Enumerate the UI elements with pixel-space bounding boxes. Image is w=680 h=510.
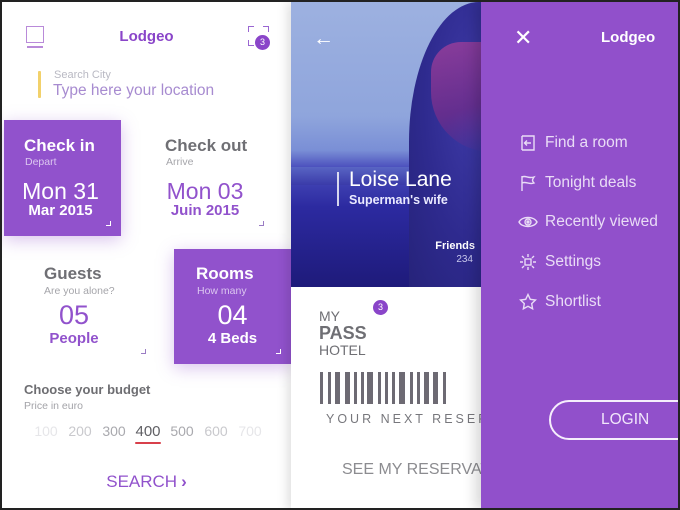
budget-selected-indicator	[135, 442, 161, 444]
eye-icon	[517, 213, 539, 231]
barcode-bar	[443, 372, 446, 404]
search-marker	[38, 71, 41, 98]
guests-title: Guests	[44, 264, 102, 283]
menu-item-label: Find a room	[545, 134, 628, 151]
barcode-bar	[361, 372, 364, 404]
search-button[interactable]: SEARCH ›	[2, 472, 291, 492]
profile-screen: ← Loise Lane Superman's wife Friends 234…	[291, 2, 550, 508]
barcode-bar	[410, 372, 413, 404]
barcode-bar	[320, 372, 323, 404]
profile-name: Loise Lane	[349, 168, 452, 191]
profile-tagline: Superman's wife	[349, 193, 448, 207]
search-button-label: SEARCH	[106, 472, 178, 491]
rooms-subtitle: How many	[197, 285, 247, 297]
budget-subtitle: Price in euro	[24, 400, 83, 412]
budget-option[interactable]: 100	[34, 423, 57, 439]
friends-label: Friends	[435, 240, 475, 252]
friends-count: 234	[456, 254, 473, 265]
chevron-right-icon: ›	[181, 472, 187, 491]
notification-badge: 3	[255, 35, 270, 50]
search-city-input[interactable]	[53, 82, 273, 100]
login-button[interactable]: LOGIN	[549, 400, 678, 440]
arrow-left-icon[interactable]: ←	[313, 27, 334, 51]
pass-title-line2: PASS	[319, 323, 367, 343]
barcode-bar	[417, 372, 420, 404]
pass-title-line1: MY	[319, 308, 340, 324]
guests-tile[interactable]: Guests Are you alone? 05 People	[22, 248, 152, 364]
check-out-month: Juin 2015	[170, 202, 240, 219]
expand-corner-icon	[106, 221, 111, 226]
menu-item-settings[interactable]: Settings	[517, 250, 601, 274]
menu-brand-logo: Lodgeo	[601, 29, 656, 46]
budget-slider[interactable]: 100 200 300 400 500 600 700	[32, 423, 272, 449]
menu-item-label: Tonight deals	[545, 174, 637, 191]
budget-option[interactable]: 500	[170, 423, 193, 439]
barcode-bar	[392, 372, 395, 404]
budget-option[interactable]: 400	[135, 423, 160, 440]
check-out-subtitle: Arrive	[166, 156, 194, 168]
menu-item-label: Recently viewed	[545, 213, 658, 230]
side-menu: ✕ Lodgeo Find a room Tonight deals Recen…	[481, 2, 678, 508]
check-in-month: Mar 2015	[28, 202, 93, 219]
check-in-title: Check in	[24, 136, 95, 155]
barcode	[320, 372, 483, 404]
tablet-icon-base	[27, 46, 43, 48]
budget-option[interactable]: 600	[204, 423, 227, 439]
menu-item-recently-viewed[interactable]: Recently viewed	[517, 210, 658, 234]
check-in-subtitle: Depart	[25, 156, 57, 168]
barcode-bar	[367, 372, 373, 404]
barcode-bar	[399, 372, 405, 404]
barcode-bar	[424, 372, 429, 404]
budget-title: Choose your budget	[24, 382, 151, 397]
barcode-bar	[378, 372, 381, 404]
check-in-day: Mon 31	[22, 178, 99, 204]
menu-item-shortlist[interactable]: Shortlist	[517, 290, 601, 314]
search-screen: Lodgeo 3 Search City Check in Depart Mon…	[2, 2, 291, 508]
pass-badge: 3	[373, 300, 388, 315]
barcode-bar	[335, 372, 340, 404]
sign-in-icon	[517, 134, 539, 152]
menu-item-find-a-room[interactable]: Find a room	[517, 131, 628, 155]
profile-divider	[337, 172, 339, 206]
flag-icon	[517, 174, 539, 192]
budget-option[interactable]: 300	[102, 423, 125, 439]
barcode-bar	[345, 372, 350, 404]
expand-corner-icon	[276, 349, 281, 354]
expand-corner-icon	[259, 221, 264, 226]
close-icon[interactable]: ✕	[514, 27, 532, 49]
pass-title-line3: HOTEL	[319, 342, 366, 358]
menu-item-label: Shortlist	[545, 293, 601, 310]
app-showcase: Lodgeo 3 Search City Check in Depart Mon…	[0, 0, 680, 510]
guests-unit: People	[49, 330, 99, 347]
settings-icon	[517, 253, 539, 271]
budget-option[interactable]: 700	[238, 423, 261, 439]
check-out-title: Check out	[165, 136, 248, 155]
barcode-bar	[385, 372, 388, 404]
rooms-unit: 4 Beds	[207, 330, 258, 347]
expand-corner-icon	[141, 349, 146, 354]
budget-option[interactable]: 200	[68, 423, 91, 439]
check-out-day: Mon 03	[166, 178, 244, 204]
guests-count: 05	[58, 300, 90, 330]
barcode-bar	[433, 372, 438, 404]
profile-cover-photo: ← Loise Lane Superman's wife Friends 234	[291, 2, 483, 287]
barcode-bar	[328, 372, 331, 404]
rooms-title: Rooms	[196, 264, 254, 283]
barcode-bar	[354, 372, 357, 404]
menu-item-label: Settings	[545, 253, 602, 270]
check-in-tile[interactable]: Check in Depart Mon 31 Mar 2015	[4, 120, 121, 236]
search-label: Search City	[54, 69, 111, 81]
star-icon	[517, 293, 539, 311]
menu-item-tonight-deals[interactable]: Tonight deals	[517, 171, 636, 195]
rooms-tile[interactable]: Rooms How many 04 4 Beds	[174, 249, 291, 364]
rooms-count: 04	[217, 300, 248, 330]
guests-subtitle: Are you alone?	[44, 285, 115, 297]
check-out-tile[interactable]: Check out Arrive Mon 03 Juin 2015	[147, 120, 267, 236]
